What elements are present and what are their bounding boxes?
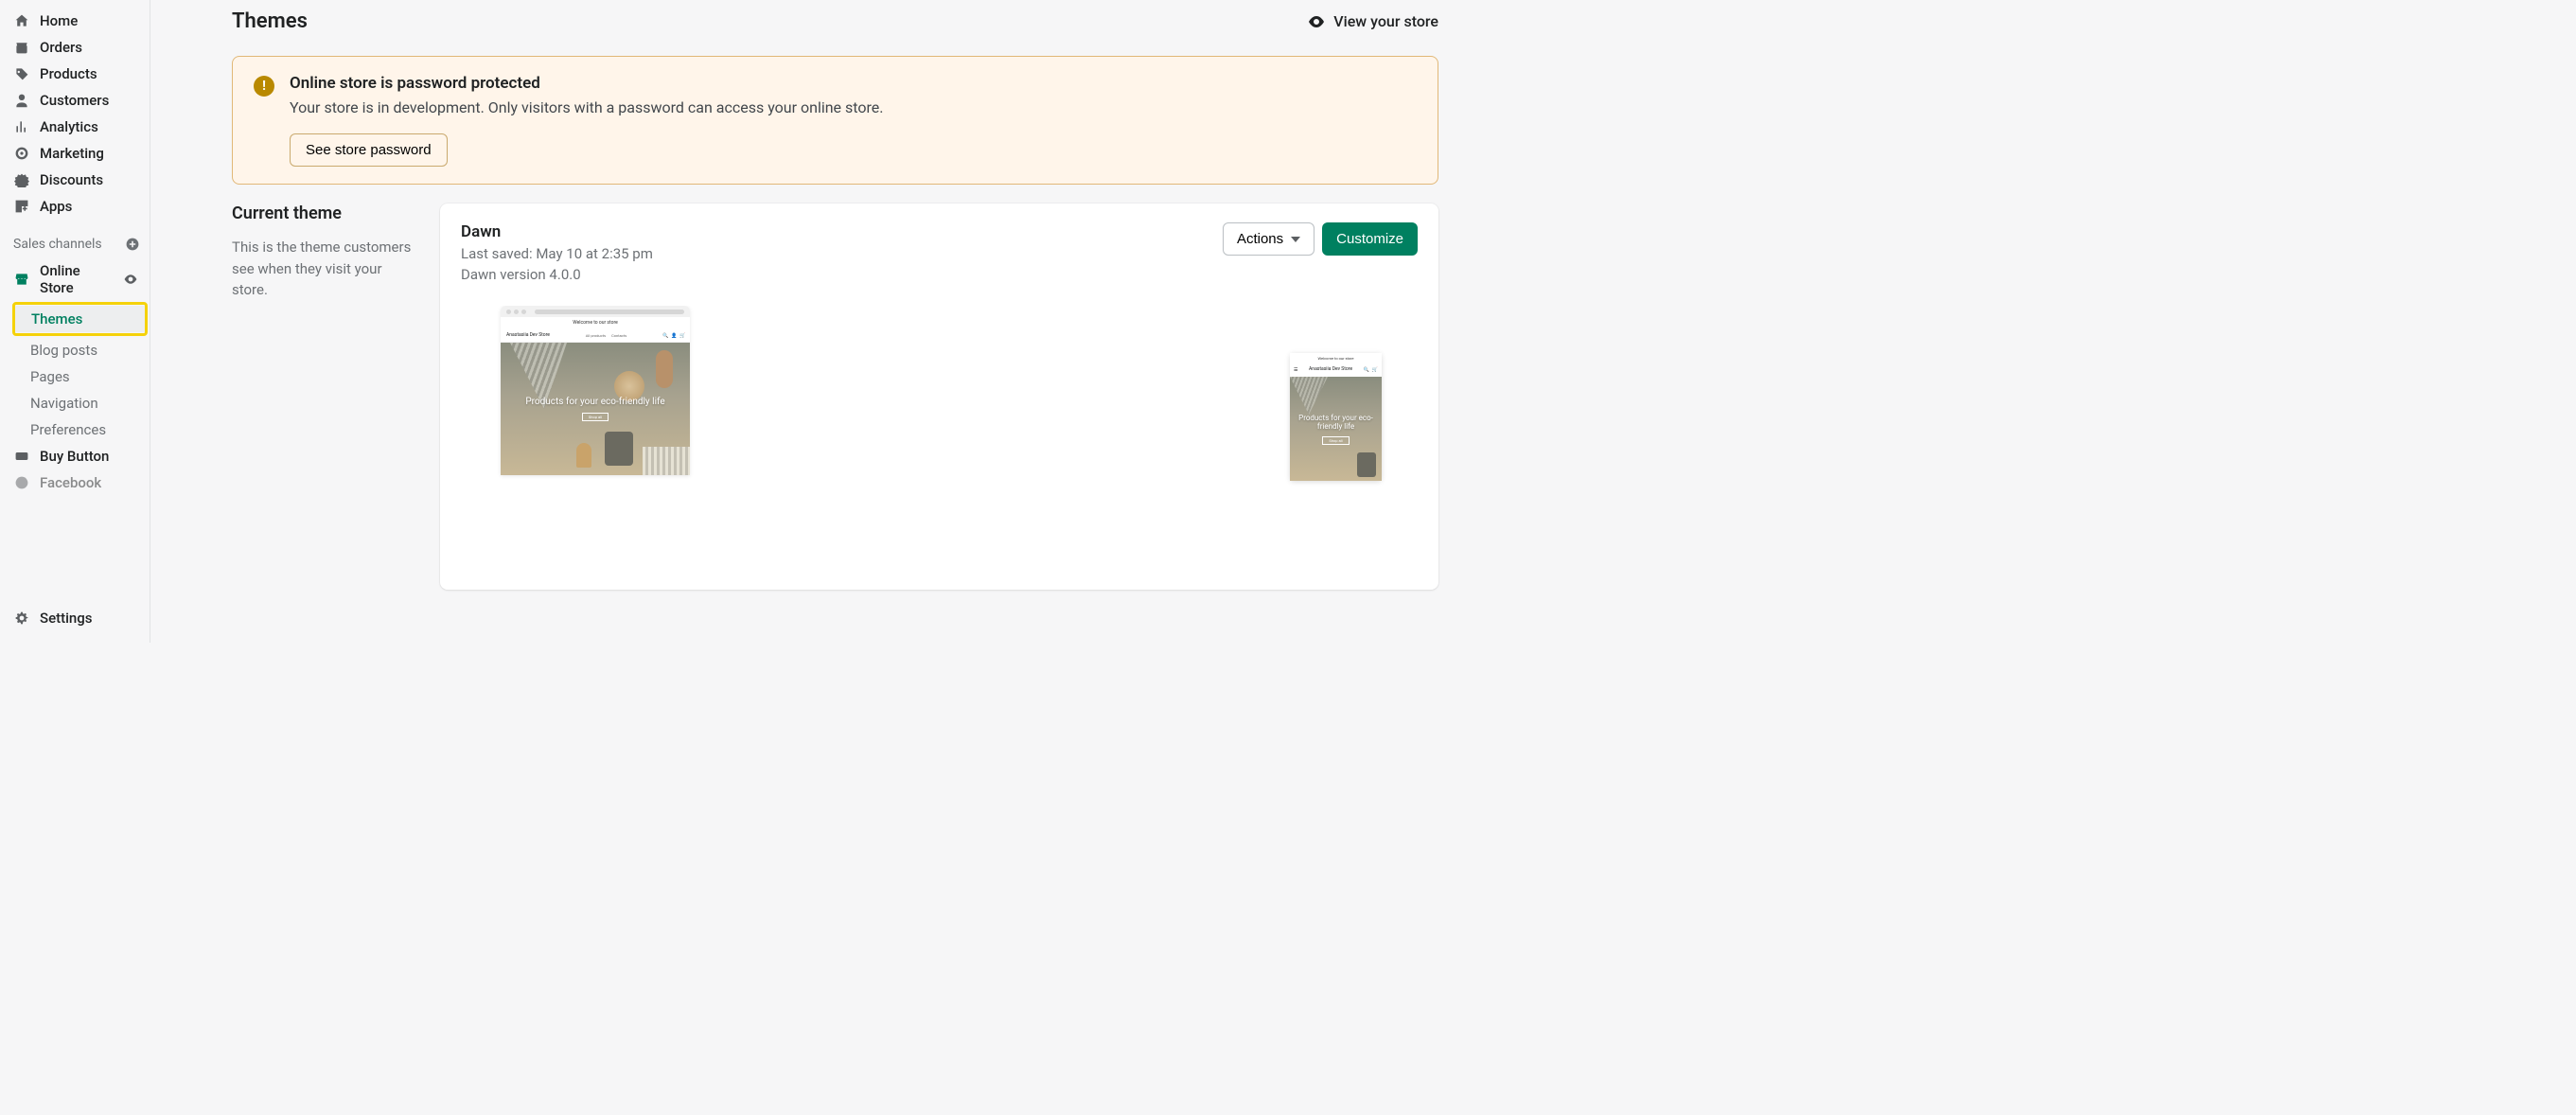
theme-last-saved: Last saved: May 10 at 2:35 pm	[461, 245, 653, 262]
view-store-label: View your store	[1333, 12, 1438, 30]
subnav-label: Blog posts	[30, 342, 97, 359]
search-icon: 🔍	[662, 333, 667, 338]
facebook-icon	[13, 474, 30, 491]
search-icon: 🔍	[1364, 367, 1369, 373]
orders-icon	[13, 39, 30, 56]
nav-label: Discounts	[40, 171, 103, 188]
subnav-label: Preferences	[30, 421, 106, 438]
cart-icon: 🛒	[1372, 367, 1378, 373]
banner-title: Online store is password protected	[290, 74, 883, 93]
store-icon	[13, 271, 30, 288]
eye-icon[interactable]	[123, 272, 138, 287]
current-theme-desc: This is the theme customers see when the…	[232, 237, 421, 301]
nav-buy-button[interactable]: Buy Button	[0, 443, 150, 469]
nav-marketing[interactable]: Marketing	[0, 140, 150, 167]
nav-label: Buy Button	[40, 448, 109, 465]
page-title: Themes	[232, 9, 308, 33]
mobile-brand: Anastasiia Dev Store	[1309, 367, 1352, 373]
subnav-label: Pages	[30, 368, 70, 385]
section-label: Sales channels	[13, 237, 102, 252]
nav-label: Marketing	[40, 145, 104, 162]
nav-analytics[interactable]: Analytics	[0, 114, 150, 140]
preview-hero: Products for your eco-friendly life Shop…	[501, 343, 690, 475]
hero-cta: Shop all	[582, 413, 609, 421]
nav-products[interactable]: Products	[0, 61, 150, 87]
subnav-navigation[interactable]: Navigation	[0, 390, 150, 416]
tag-icon	[13, 65, 30, 82]
subnav-label: Navigation	[30, 395, 98, 412]
mobile-hero-cta: Shop all	[1322, 436, 1349, 445]
nav-label: Home	[40, 12, 78, 29]
gear-icon	[13, 610, 30, 627]
nav-home[interactable]: Home	[0, 8, 150, 34]
person-icon	[13, 92, 30, 109]
view-store-link[interactable]: View your store	[1307, 12, 1438, 31]
apps-icon	[13, 198, 30, 215]
subnav-themes[interactable]: Themes	[15, 306, 145, 332]
actions-label: Actions	[1237, 231, 1283, 247]
subnav-blog-posts[interactable]: Blog posts	[0, 337, 150, 363]
nav-label: Apps	[40, 198, 72, 215]
caret-down-icon	[1291, 237, 1300, 242]
add-channel-icon[interactable]	[125, 237, 140, 252]
analytics-icon	[13, 118, 30, 135]
preview-brand: Anastasiia Dev Store	[506, 332, 550, 338]
mobile-preview: Welcome to our store ☰ Anastasiia Dev St…	[1290, 353, 1382, 481]
hero-text: Products for your eco-friendly life	[525, 397, 664, 407]
nav-label: Settings	[40, 610, 93, 627]
sales-channels-header: Sales channels	[0, 220, 150, 257]
preview-announce: Welcome to our store	[501, 317, 690, 328]
themes-highlight: Themes	[12, 302, 148, 336]
theme-version: Dawn version 4.0.0	[461, 266, 653, 283]
password-banner: ! Online store is password protected You…	[232, 56, 1438, 185]
nav-online-store[interactable]: Online Store	[0, 257, 150, 301]
nav-apps[interactable]: Apps	[0, 193, 150, 220]
cart-icon: 🛒	[679, 333, 684, 338]
nav-label: Online Store	[40, 262, 114, 296]
warning-icon: !	[254, 76, 274, 97]
target-icon	[13, 145, 30, 162]
theme-row: Current theme This is the theme customer…	[232, 204, 1438, 590]
current-theme-heading: Current theme	[232, 204, 421, 223]
nav-label: Facebook	[40, 474, 101, 491]
sidebar: Home Orders Products Customers Analytics…	[0, 0, 150, 643]
theme-name: Dawn	[461, 222, 653, 241]
subnav-pages[interactable]: Pages	[0, 363, 150, 390]
browser-chrome	[501, 306, 690, 317]
subnav-label: Themes	[31, 310, 82, 327]
customize-button[interactable]: Customize	[1322, 222, 1418, 256]
nav-label: Analytics	[40, 118, 98, 135]
desktop-preview: Welcome to our store Anastasiia Dev Stor…	[501, 306, 690, 475]
nav-customers[interactable]: Customers	[0, 87, 150, 114]
mobile-announce: Welcome to our store	[1290, 353, 1382, 363]
nav-settings[interactable]: Settings	[0, 605, 150, 631]
discount-icon	[13, 171, 30, 188]
nav-label: Customers	[40, 92, 109, 109]
nav-label: Products	[40, 65, 97, 82]
nav-discounts[interactable]: Discounts	[0, 167, 150, 193]
menu-icon: ☰	[1294, 367, 1297, 373]
actions-button[interactable]: Actions	[1223, 222, 1314, 256]
main-content: Themes View your store ! Online store is…	[150, 0, 1474, 643]
theme-card: Dawn Last saved: May 10 at 2:35 pm Dawn …	[440, 204, 1438, 590]
current-theme-info: Current theme This is the theme customer…	[232, 204, 421, 301]
buy-button-icon	[13, 448, 30, 465]
nav-facebook[interactable]: Facebook	[0, 469, 150, 496]
mobile-hero: Products for your eco-friendly life Shop…	[1290, 377, 1382, 481]
banner-text: Your store is in development. Only visit…	[290, 98, 883, 116]
see-password-button[interactable]: See store password	[290, 133, 448, 167]
nav-label: Orders	[40, 39, 82, 56]
theme-preview: Welcome to our store Anastasiia Dev Stor…	[461, 306, 1418, 590]
mobile-hero-text: Products for your eco-friendly life	[1290, 414, 1382, 431]
user-icon: 👤	[671, 333, 676, 338]
preview-header: Anastasiia Dev Store All products Contac…	[501, 328, 690, 343]
page-header: Themes View your store	[232, 9, 1438, 33]
home-icon	[13, 12, 30, 29]
nav-orders[interactable]: Orders	[0, 34, 150, 61]
eye-icon	[1307, 12, 1326, 31]
subnav-preferences[interactable]: Preferences	[0, 416, 150, 443]
